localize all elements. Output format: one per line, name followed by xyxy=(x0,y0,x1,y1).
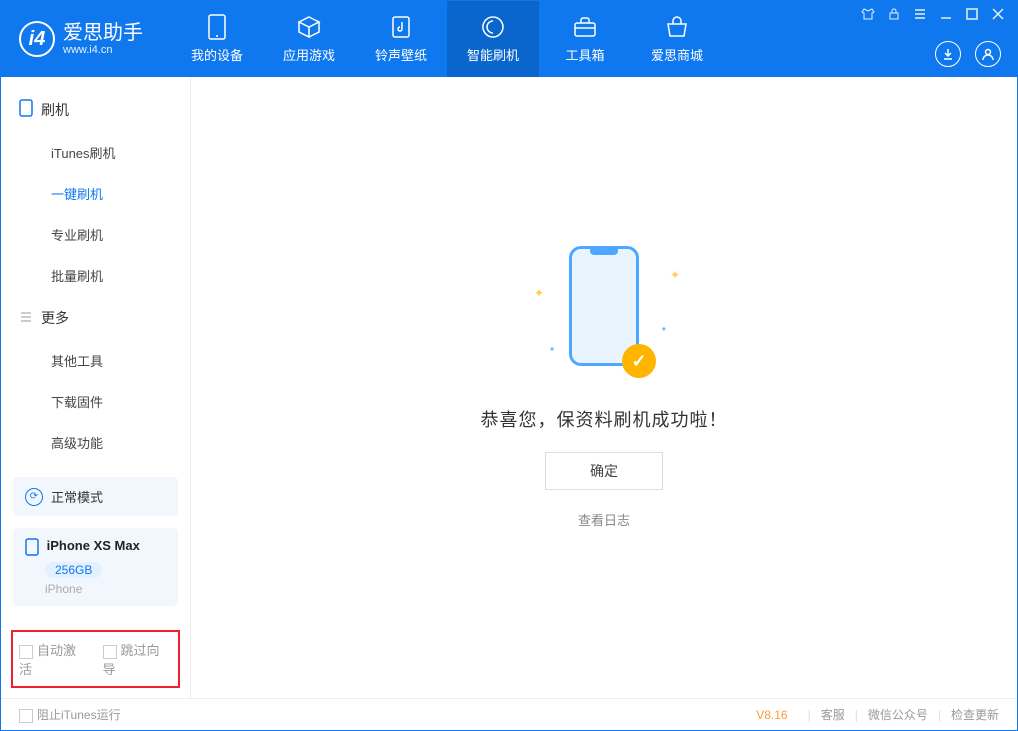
nav-label: 工具箱 xyxy=(565,45,604,64)
app-site: www.i4.cn xyxy=(63,44,143,56)
phone-icon xyxy=(19,99,33,120)
menu-icon[interactable] xyxy=(913,7,929,23)
device-card[interactable]: iPhone XS Max 256GB iPhone xyxy=(13,528,178,606)
device-storage-badge: 256GB xyxy=(45,562,102,578)
auto-activate-checkbox[interactable]: 自动激活 xyxy=(19,640,89,678)
sidebar-group-more: 更多 xyxy=(1,296,190,340)
nav-label: 智能刷机 xyxy=(467,45,519,64)
nav-label: 爱思商城 xyxy=(651,45,703,64)
check-icon: ✓ xyxy=(622,344,656,378)
minimize-icon[interactable] xyxy=(939,7,955,23)
store-icon xyxy=(665,15,689,39)
close-icon[interactable] xyxy=(991,7,1007,23)
nav-label: 铃声壁纸 xyxy=(375,45,427,64)
skip-guide-checkbox[interactable]: 跳过向导 xyxy=(103,640,173,678)
nav-label: 我的设备 xyxy=(191,45,243,64)
maximize-icon[interactable] xyxy=(965,7,981,23)
mode-icon: ⟳ xyxy=(25,488,43,506)
shirt-icon[interactable] xyxy=(861,7,877,23)
body: 刷机 iTunes刷机 一键刷机 专业刷机 批量刷机 更多 其他工具 下载固件 … xyxy=(1,77,1017,698)
device-name: iPhone XS Max xyxy=(47,538,140,553)
nav-ringtone[interactable]: 铃声壁纸 xyxy=(355,1,447,77)
view-log-link[interactable]: 查看日志 xyxy=(578,510,630,529)
list-icon xyxy=(19,310,33,327)
footer: 阻止iTunes运行 V8.16 | 客服 | 微信公众号 | 检查更新 xyxy=(1,698,1017,730)
device-type: iPhone xyxy=(45,582,166,596)
top-nav: 我的设备 应用游戏 铃声壁纸 智能刷机 工具箱 爱思商城 xyxy=(171,1,723,77)
user-icon[interactable] xyxy=(975,41,1001,67)
nav-apps[interactable]: 应用游戏 xyxy=(263,1,355,77)
sidebar: 刷机 iTunes刷机 一键刷机 专业刷机 批量刷机 更多 其他工具 下载固件 … xyxy=(1,77,191,698)
nav-store[interactable]: 爱思商城 xyxy=(631,1,723,77)
sparkle-icon: ✦ xyxy=(534,286,544,300)
app-window: i4 爱思助手 www.i4.cn 我的设备 应用游戏 铃声壁纸 智能刷机 xyxy=(0,0,1018,731)
block-itunes-checkbox[interactable]: 阻止iTunes运行 xyxy=(19,706,121,723)
sparkle-icon: ✦ xyxy=(670,268,680,282)
shield-icon xyxy=(481,15,505,39)
toolbox-icon xyxy=(573,15,597,39)
sidebar-item-other[interactable]: 其他工具 xyxy=(1,340,190,381)
mode-label: 正常模式 xyxy=(51,487,103,506)
success-illustration: ✦ ✦ • • ✓ xyxy=(514,246,694,386)
sidebar-item-pro[interactable]: 专业刷机 xyxy=(1,214,190,255)
nav-my-device[interactable]: 我的设备 xyxy=(171,1,263,77)
lock-icon[interactable] xyxy=(887,7,903,23)
nav-toolbox[interactable]: 工具箱 xyxy=(539,1,631,77)
sidebar-item-firmware[interactable]: 下载固件 xyxy=(1,381,190,422)
logo-icon: i4 xyxy=(19,21,55,57)
cube-icon xyxy=(297,15,321,39)
update-link[interactable]: 检查更新 xyxy=(951,706,999,723)
flash-options-highlight: 自动激活 跳过向导 xyxy=(11,630,180,688)
sidebar-item-itunes[interactable]: iTunes刷机 xyxy=(1,132,190,173)
wechat-link[interactable]: 微信公众号 xyxy=(868,706,928,723)
window-controls xyxy=(861,7,1007,23)
sparkle-icon: • xyxy=(662,322,666,336)
ok-button[interactable]: 确定 xyxy=(545,452,663,490)
sidebar-item-batch[interactable]: 批量刷机 xyxy=(1,255,190,296)
logo: i4 爱思助手 www.i4.cn xyxy=(1,21,161,57)
sparkle-icon: • xyxy=(550,342,554,356)
sidebar-item-advanced[interactable]: 高级功能 xyxy=(1,422,190,463)
device-icon xyxy=(205,15,229,39)
sidebar-group-flash: 刷机 xyxy=(1,87,190,132)
mode-card[interactable]: ⟳ 正常模式 xyxy=(13,477,178,516)
group-title: 更多 xyxy=(41,308,69,328)
nav-flash[interactable]: 智能刷机 xyxy=(447,1,539,77)
version-label: V8.16 xyxy=(756,708,787,722)
music-icon xyxy=(389,15,413,39)
header: i4 爱思助手 www.i4.cn 我的设备 应用游戏 铃声壁纸 智能刷机 xyxy=(1,1,1017,77)
support-link[interactable]: 客服 xyxy=(821,706,845,723)
main-content: ✦ ✦ • • ✓ 恭喜您，保资料刷机成功啦！ 确定 查看日志 xyxy=(191,77,1017,698)
device-icon xyxy=(25,538,39,553)
group-title: 刷机 xyxy=(41,100,69,120)
sidebar-item-onekey[interactable]: 一键刷机 xyxy=(1,173,190,214)
success-message: 恭喜您，保资料刷机成功啦！ xyxy=(481,406,728,432)
download-icon[interactable] xyxy=(935,41,961,67)
app-title: 爱思助手 xyxy=(63,22,143,44)
nav-label: 应用游戏 xyxy=(283,45,335,64)
